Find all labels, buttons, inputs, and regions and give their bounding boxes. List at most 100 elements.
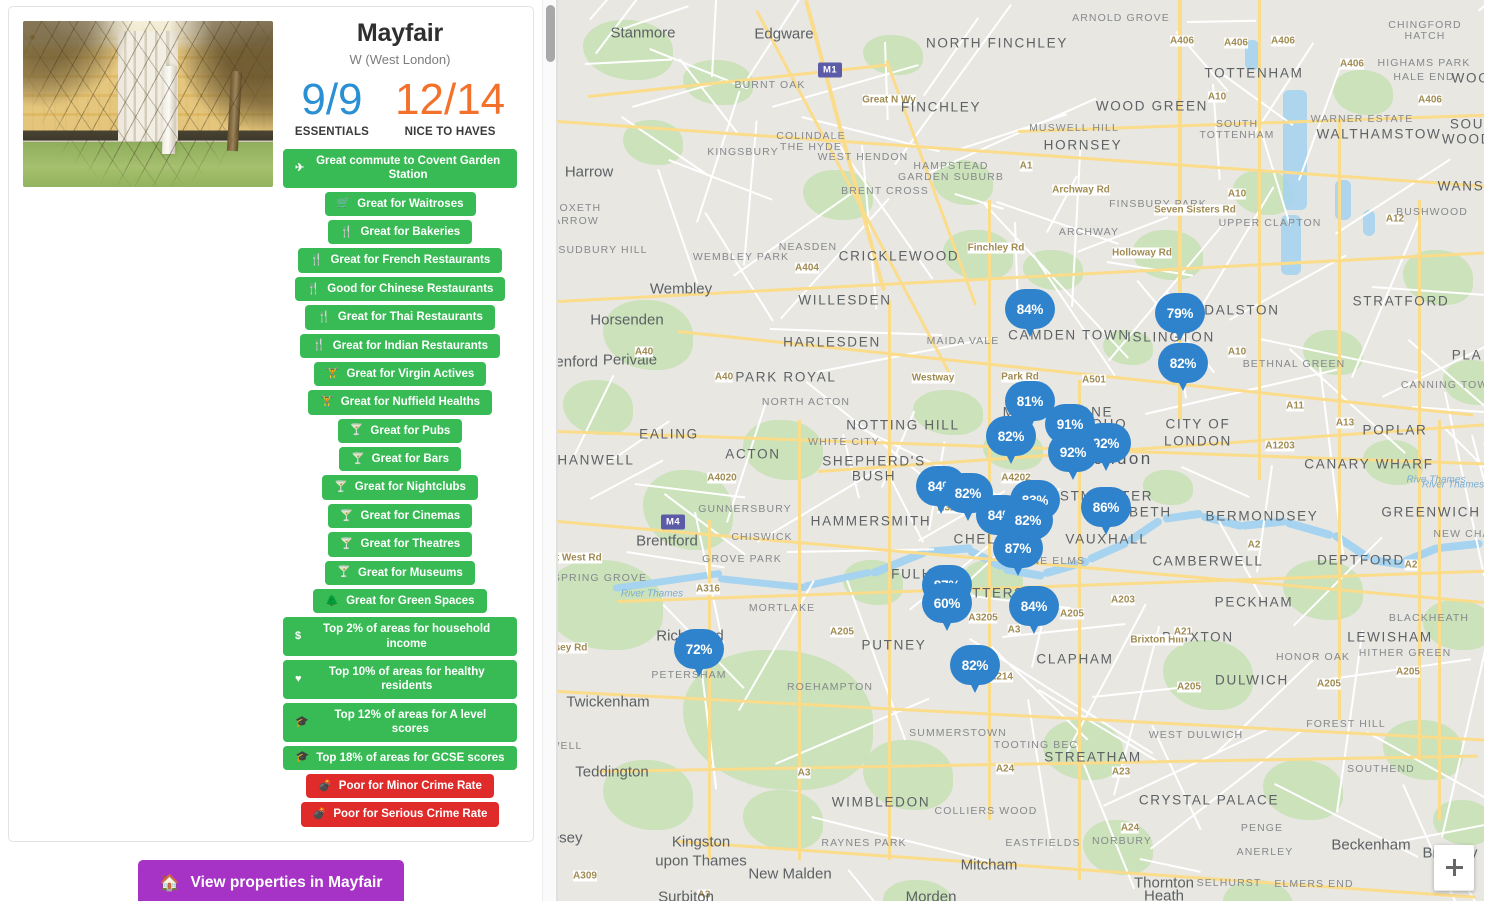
marker-score: 79% <box>1155 293 1205 333</box>
bomb-icon: 💣 <box>312 808 327 821</box>
view-properties-button[interactable]: 🏠 View properties in Mayfair <box>137 859 405 901</box>
minor-road <box>1351 212 1423 378</box>
map-label: HANWELL <box>558 452 635 468</box>
area-badge: 🍴 Good for Chinese Restaurants <box>294 276 506 302</box>
view-properties-row: 🏠 View properties in Mayfair <box>8 852 534 901</box>
cocktail-icon: 🍸 <box>334 481 348 494</box>
map-score-marker[interactable]: 82% <box>1158 343 1208 393</box>
minor-road <box>589 0 645 21</box>
score-row: 9/9 ESSENTIALS 12/14 NICE TO HAVES <box>283 77 517 138</box>
bomb-icon: 💣 <box>318 779 332 792</box>
minor-road <box>1187 19 1257 23</box>
minor-road <box>704 212 774 322</box>
map-label: HIGHAMS PARK <box>1377 57 1471 69</box>
area-name: Mayfair <box>356 19 444 47</box>
river-thames <box>717 575 808 592</box>
map-label: reenford <box>558 353 598 371</box>
area-badges: ✈ Great commute to Covent Garden Station 🛒… <box>283 148 517 827</box>
map-label: WILLESDEN <box>798 292 892 308</box>
map-label: A404 <box>795 262 819 274</box>
park-area <box>743 790 823 850</box>
map-label: UPPER CLAPTON <box>1218 217 1322 229</box>
heart-icon: ♥ <box>295 672 302 685</box>
area-badge: 🍴 Great for Thai Restaurants <box>305 305 495 330</box>
map-label: lesey <box>558 829 583 847</box>
map-label: DALSTON <box>1204 302 1280 318</box>
map-label: PECKHAM <box>1214 594 1294 610</box>
map-score-marker[interactable]: 79% <box>1155 293 1205 343</box>
park-area <box>913 390 983 435</box>
map-label: A203 <box>1111 594 1135 606</box>
area-badge: 🍴 Great for Indian Restaurants <box>300 333 500 358</box>
area-badge: 🌲 Great for Green Spaces <box>313 588 487 614</box>
marker-score: 92% <box>1048 432 1098 472</box>
map-score-marker[interactable]: 86% <box>1081 487 1131 537</box>
map-score-marker[interactable]: 60% <box>922 583 972 633</box>
marker-score: 84% <box>1005 289 1055 329</box>
a-road <box>1258 0 1261 480</box>
map-label: Beckenham <box>1331 836 1411 854</box>
area-card[interactable]: Mayfair W (West London) 9/9 ESSENTIALS 12/14… <box>8 6 534 842</box>
map-label: ROXETH <box>558 202 602 214</box>
map-label: MORTLAKE <box>748 602 816 614</box>
marker-score: 60% <box>922 583 972 623</box>
map-score-marker[interactable]: 84% <box>1009 586 1059 636</box>
river-thames <box>1125 516 1164 546</box>
cocktail-icon: 🍸 <box>349 424 364 437</box>
map-label: SUMMERSTOWN <box>909 727 1007 739</box>
a-road <box>1338 120 1341 720</box>
area-badge: ✈ Great commute to Covent Garden Station <box>283 148 517 188</box>
map-canvas[interactable]: Stanmore Edgware NORTH FINCHLEY ARNOLD GROV… <box>558 0 1484 901</box>
map-score-marker[interactable]: 72% <box>674 629 724 679</box>
area-badge-label: Top 18% of areas for GCSE scores <box>316 751 505 764</box>
map-label: CRYSTAL PALACE <box>1138 792 1280 808</box>
graduation-cap-icon: 🎓 <box>295 751 310 764</box>
area-badge: 🏋 Great for Nuffield Healths <box>307 390 492 415</box>
area-badge-label: Great for Theatres <box>360 538 461 551</box>
map-label: Heath <box>1143 887 1185 901</box>
minor-road <box>657 169 699 285</box>
area-badge-label: Great for Waitroses <box>357 197 464 210</box>
map-label: HATCH <box>1404 30 1446 42</box>
map-label: A40 <box>714 371 734 383</box>
zoom-in-button[interactable] <box>1434 845 1474 891</box>
map-score-marker[interactable]: 87% <box>993 528 1043 578</box>
minor-road <box>894 3 1012 166</box>
map-score-marker[interactable]: 92% <box>1048 432 1098 482</box>
map-label: WOO <box>1451 70 1484 86</box>
area-badge-label: Great for Indian Restaurants <box>332 339 488 352</box>
map-label: River Thames <box>1421 479 1484 491</box>
map-label: Archway Rd <box>1052 184 1110 196</box>
map-score-marker[interactable]: 82% <box>986 416 1036 466</box>
shopping-cart-icon: 🛒 <box>336 197 351 210</box>
map-score-marker[interactable]: 84% <box>1005 289 1055 339</box>
map-score-marker[interactable]: 82% <box>950 645 1000 695</box>
scrollbar-thumb[interactable] <box>546 5 555 62</box>
cutlery-icon: 🍴 <box>317 310 331 323</box>
area-badge: $ Top 2% of areas for household income <box>283 617 517 657</box>
river-thames <box>1283 518 1335 540</box>
motorway-shield: M4 <box>661 514 685 530</box>
a-road <box>1438 420 1441 820</box>
cutlery-icon: 🍴 <box>309 254 324 267</box>
map-label: Great N Wy <box>862 94 916 106</box>
map-label: COLLIERS WOOD <box>934 805 1038 817</box>
map-label: ANERLEY <box>1236 846 1294 858</box>
essentials-score-block: 9/9 ESSENTIALS <box>295 77 369 138</box>
area-badge: 🎓 Top 18% of areas for GCSE scores <box>283 745 517 770</box>
map-label: upon Thames <box>655 852 747 870</box>
area-cards-list[interactable]: Mayfair W (West London) 9/9 ESSENTIALS 12/14… <box>0 0 542 901</box>
map-label: A406 <box>1418 94 1442 106</box>
minor-road <box>668 159 773 201</box>
dollar-icon: $ <box>295 630 302 643</box>
a-road <box>1018 113 1484 133</box>
plus-icon <box>1445 859 1463 876</box>
river-thames <box>1086 538 1130 564</box>
area-badge: ♥ Top 10% of areas for healthy residents <box>283 660 517 699</box>
minor-road <box>1274 783 1419 858</box>
graduation-cap-icon: 🎓 <box>295 715 309 728</box>
map-label: CITY OF <box>1165 416 1231 432</box>
minor-road <box>1092 686 1184 698</box>
marker-score: 82% <box>1158 343 1208 383</box>
vertical-scrollbar[interactable] <box>542 0 557 901</box>
